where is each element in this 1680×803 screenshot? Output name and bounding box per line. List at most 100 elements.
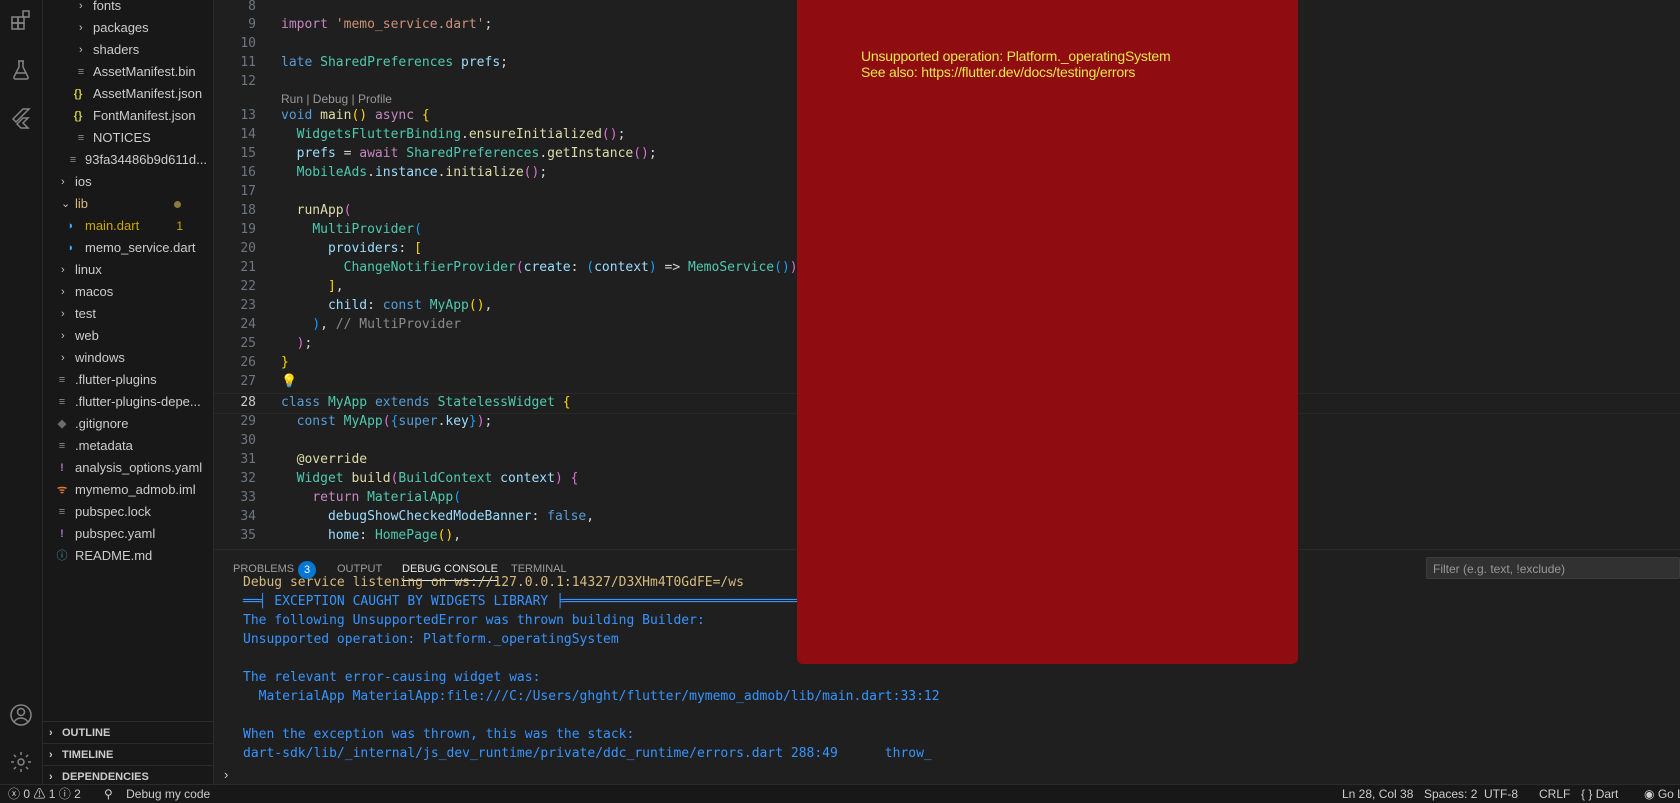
tree-item-fonts[interactable]: › fonts: [43, 0, 213, 17]
tree-item-windows[interactable]: › windows: [43, 347, 213, 369]
flutter-icon[interactable]: [0, 100, 42, 136]
console-line: When the exception was thrown, this was …: [243, 727, 635, 742]
file-lines-icon: ≡: [69, 154, 77, 166]
line-number: 33: [240, 490, 256, 505]
codelens-run-debug-profile[interactable]: Run | Debug | Profile: [281, 92, 392, 106]
tree-item-ios[interactable]: › ios: [43, 171, 213, 193]
line-number: 23: [240, 298, 256, 313]
yaml-exclamation-icon: !: [60, 528, 64, 540]
line-number: 18: [240, 203, 256, 218]
line-number: 32: [240, 471, 256, 486]
tree-item-assetmanifest-json[interactable]: {} AssetManifest.json: [43, 83, 213, 105]
error-message: Unsupported operation: Platform._operati…: [861, 48, 1171, 64]
tree-item-metadata[interactable]: ≡ .metadata: [43, 435, 213, 457]
tree-item-lib[interactable]: ⌄ lib: [43, 193, 213, 215]
line-number: 34: [240, 509, 256, 524]
line-number: 13: [240, 108, 256, 123]
go-live-button[interactable]: ◉ Go Li: [1644, 785, 1680, 803]
encoding[interactable]: UTF-8: [1484, 785, 1518, 803]
file-lines-icon: ≡: [58, 374, 66, 386]
console-line: Unsupported operation: Platform._operati…: [243, 632, 619, 647]
chevron-right-icon: ›: [61, 264, 65, 276]
lightbulb-icon[interactable]: 💡: [281, 372, 297, 391]
cursor-position[interactable]: Ln 28, Col 38: [1342, 785, 1413, 803]
tree-item-main-dart[interactable]: ◗ main.dart 1: [43, 215, 213, 237]
tree-item-assetmanifest-bin[interactable]: ≡ AssetManifest.bin: [43, 61, 213, 83]
line-number: 27: [240, 374, 256, 389]
line-number: 30: [240, 433, 256, 448]
tree-item-fontmanifest-json[interactable]: {} FontManifest.json: [43, 105, 213, 127]
line-number: 28: [240, 395, 256, 410]
json-braces-icon: {}: [73, 88, 83, 100]
console-input-chevron-icon[interactable]: ›: [224, 767, 228, 782]
console-line: The relevant error-causing widget was:: [243, 670, 541, 685]
tree-item-pubspec-lock[interactable]: ≡ pubspec.lock: [43, 501, 213, 523]
tree-item-pubspec-yaml[interactable]: ! pubspec.yaml: [43, 523, 213, 545]
timeline-section[interactable]: › TIMELINE: [43, 743, 213, 766]
console-line: ══╡ EXCEPTION CAUGHT BY WIDGETS LIBRARY …: [243, 594, 885, 609]
warning-triangle-icon: ⚠: [33, 787, 46, 801]
line-number: 10: [240, 36, 256, 51]
tree-item-shaders[interactable]: › shaders: [43, 39, 213, 61]
tree-item-linux[interactable]: › linux: [43, 259, 213, 281]
line-number: 14: [240, 127, 256, 142]
chevron-right-icon: ›: [79, 0, 83, 12]
tree-item-iml[interactable]: ᯤ mymemo_admob.iml: [43, 479, 213, 501]
tree-item-readme[interactable]: ⓘ README.md: [43, 545, 213, 567]
testing-flask-icon[interactable]: [0, 52, 42, 88]
indentation[interactable]: Spaces: 2: [1424, 785, 1477, 803]
chevron-right-icon: ›: [61, 176, 65, 188]
tree-item-gitignore[interactable]: ◆ .gitignore: [43, 413, 213, 435]
chevron-right-icon: ›: [49, 749, 53, 761]
line-number: 25: [240, 336, 256, 351]
file-lines-icon: ≡: [58, 396, 66, 408]
error-see-also-link: See also: https://flutter.dev/docs/testi…: [861, 64, 1136, 80]
tree-item-test[interactable]: › test: [43, 303, 213, 325]
line-number: 35: [240, 528, 256, 543]
tree-item-analysis-options[interactable]: ! analysis_options.yaml: [43, 457, 213, 479]
line-number: 9: [248, 17, 256, 32]
tree-item-hash-file[interactable]: ≡ 93fa34486b9d611d...: [43, 149, 213, 171]
chevron-right-icon: ›: [79, 44, 83, 56]
console-stack-line[interactable]: dart-sdk/lib/_internal/js_dev_runtime/pr…: [243, 744, 932, 763]
activity-bar: [0, 0, 43, 784]
tree-item-packages[interactable]: › packages: [43, 17, 213, 39]
tree-item-memo-service-dart[interactable]: ◗ memo_service.dart: [43, 237, 213, 259]
file-lines-icon: ≡: [58, 440, 66, 452]
debug-status[interactable]: ⚲ Debug my code: [104, 785, 210, 803]
line-number: 29: [240, 414, 256, 429]
line-number: 11: [240, 55, 256, 70]
extensions-icon[interactable]: [0, 2, 42, 38]
line-ending[interactable]: CRLF: [1539, 785, 1570, 803]
line-number: 8: [248, 0, 256, 14]
line-number: 22: [240, 279, 256, 294]
outline-section[interactable]: › OUTLINE: [43, 721, 213, 744]
json-braces-icon: {}: [73, 110, 83, 122]
status-bar: ⓧ 0 ⚠ 1 ⓘ 2 ⚲ Debug my code Ln 28, Col 3…: [0, 784, 1680, 803]
line-number: 17: [240, 184, 256, 199]
console-line: The following UnsupportedError was throw…: [243, 613, 705, 628]
tree-item-flutter-plugins[interactable]: ≡ .flutter-plugins: [43, 369, 213, 391]
account-icon[interactable]: [0, 697, 42, 733]
settings-gear-icon[interactable]: [0, 744, 42, 780]
console-filter-input[interactable]: Filter (e.g. text, !exclude): [1426, 557, 1680, 579]
explorer-sidebar: › fonts › packages › shaders ≡ AssetManifest…: [43, 0, 214, 784]
dart-file-icon: ◗: [67, 242, 75, 254]
tree-item-flutter-plugins-deps[interactable]: ≡ .flutter-plugins-depe...: [43, 391, 213, 413]
tree-item-notices[interactable]: ≡ NOTICES: [43, 127, 213, 149]
chevron-right-icon: ›: [49, 727, 53, 739]
console-link-line[interactable]: MaterialApp MaterialApp:file:///C:/Users…: [243, 687, 940, 706]
yaml-exclamation-icon: !: [60, 462, 64, 474]
modified-dot-icon: [174, 201, 181, 208]
language-mode[interactable]: { } Dart: [1581, 785, 1618, 803]
info-icon: ⓘ: [56, 550, 68, 562]
line-number: 24: [240, 317, 256, 332]
problems-status[interactable]: ⓧ 0 ⚠ 1 ⓘ 2: [8, 785, 81, 803]
tree-item-web[interactable]: › web: [43, 325, 213, 347]
chevron-right-icon: ›: [61, 286, 65, 298]
console-line: Debug service listening on ws://127.0.0.…: [243, 575, 744, 590]
file-lines-icon: ≡: [77, 66, 85, 78]
tree-item-macos[interactable]: › macos: [43, 281, 213, 303]
chevron-right-icon: ›: [61, 330, 65, 342]
chevron-right-icon: ›: [61, 308, 65, 320]
